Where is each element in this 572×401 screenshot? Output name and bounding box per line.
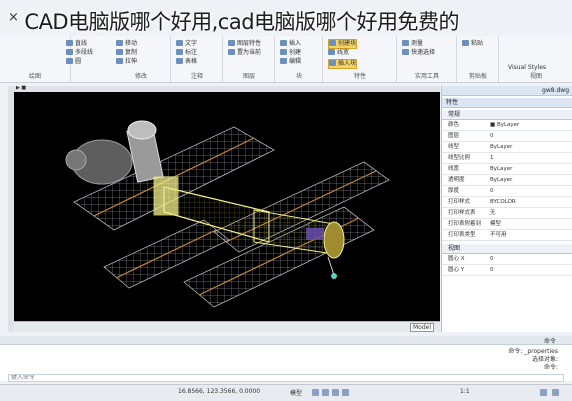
ribbon-btn[interactable]: 拉伸	[116, 58, 137, 66]
coordinates-readout: 16.8566, 123.3566, 0.0000	[178, 388, 261, 395]
settings-icon[interactable]	[540, 389, 547, 396]
ribbon-group-label: 图层	[242, 73, 255, 80]
ribbon-btn[interactable]: 快速选择	[402, 49, 435, 57]
command-header: 命令	[0, 336, 572, 345]
viewport-status: Model	[14, 321, 440, 332]
ribbon-group-label: 特性	[353, 73, 366, 80]
prop-row[interactable]: 线型比例 1	[442, 153, 572, 164]
ribbon-btn[interactable]: 表格	[176, 58, 197, 66]
create-block-button[interactable]: 创建块	[328, 39, 358, 49]
fullscreen-icon[interactable]	[552, 389, 559, 396]
properties-header: 特性	[442, 98, 572, 108]
status-bar: 16.8566, 123.3566, 0.0000 模型 1:1	[0, 384, 572, 401]
prop-row[interactable]: 线型 ByLayer	[442, 142, 572, 153]
ribbon-group-label: 块	[295, 73, 302, 80]
prop-row[interactable]: 打印样式 BYCOLOR	[442, 197, 572, 208]
ribbon-btn[interactable]: 圆	[66, 58, 81, 66]
prop-row[interactable]: 厚度 0	[442, 186, 572, 197]
ribbon-group-label: 视图	[529, 73, 542, 80]
ribbon-btn[interactable]: 测量	[402, 40, 423, 48]
ribbon-btn[interactable]: 线宽	[328, 49, 349, 57]
ribbon-group-label: 剪贴板	[468, 73, 487, 80]
command-input[interactable]	[8, 374, 564, 382]
properties-panel: gw8.dwg 特性 常规 颜色 ■ ByLayer 图层 0 线型 ByLayer …	[441, 86, 572, 332]
ribbon-btn[interactable]: 创建	[280, 49, 301, 57]
ribbon-btn[interactable]: 复制	[116, 49, 137, 57]
section-view[interactable]: 视图	[442, 244, 572, 254]
prop-row[interactable]: 打印表类型 不可用	[442, 230, 572, 241]
ribbon-group-label: 绘图	[28, 73, 41, 80]
space-station-drawing	[65, 120, 390, 308]
ribbon-group-label: 注释	[190, 73, 203, 80]
ribbon: 直线 多段线 圆 绘图 移动 复制 拉伸 修改 文字 标注 表格 注释 图层特性…	[0, 36, 572, 83]
prop-row[interactable]: 圆心 X0	[442, 254, 572, 265]
ribbon-btn[interactable]: 编辑	[280, 58, 301, 66]
ribbon-group-draw: 直线 多段线 圆 绘图	[0, 36, 93, 82]
grid-icon[interactable]	[312, 389, 319, 396]
ribbon-btn[interactable]: 标注	[176, 49, 197, 57]
ribbon-group-block: 插入 创建 编辑 块	[276, 36, 323, 82]
prop-row[interactable]: 图层 0	[442, 131, 572, 142]
ribbon-group-label: 修改	[134, 73, 147, 80]
polar-icon[interactable]	[342, 389, 349, 396]
prop-row[interactable]: 打印表附着到 模型	[442, 219, 572, 230]
prop-row[interactable]: 线宽 ByLayer	[442, 164, 572, 175]
ribbon-group-modify: 移动 复制 拉伸 修改	[112, 36, 171, 82]
section-general[interactable]: 常规	[442, 110, 572, 120]
module-grey	[65, 120, 164, 185]
prop-row[interactable]: 颜色 ■ ByLayer	[442, 120, 572, 131]
prop-row[interactable]: 透明度 ByLayer	[442, 175, 572, 186]
drawing-tab[interactable]: gw8.dwg	[442, 86, 572, 96]
ribbon-group-layer: 图层特性 置为当前 图层	[224, 36, 275, 82]
insert-block-button[interactable]: 插入块	[328, 59, 358, 69]
ribbon-btn[interactable]: 文字	[176, 40, 197, 48]
ribbon-group-properties: 创建块 线宽 插入块 特性	[324, 36, 397, 82]
close-icon[interactable]: ×	[8, 10, 19, 25]
command-history-line: 命令:	[543, 364, 558, 371]
mode-toggle[interactable]: 模型	[290, 388, 302, 397]
ribbon-group-utilities: 测量 快速选择 实用工具	[398, 36, 457, 82]
watermark-text: CAD电脑版哪个好用,cad电脑版哪个好用免费的	[24, 10, 460, 34]
annotation-scale[interactable]: 1:1	[460, 388, 470, 395]
ribbon-group-clipboard: 粘贴 剪贴板	[458, 36, 499, 82]
ribbon-btn[interactable]: 移动	[116, 40, 137, 48]
ribbon-group-label: 实用工具	[414, 73, 439, 80]
prop-row[interactable]: 圆心 Y0	[442, 265, 572, 276]
snap-icon[interactable]	[322, 389, 329, 396]
ribbon-btn[interactable]: 插入	[280, 40, 301, 48]
model-tab[interactable]: Model	[409, 323, 434, 332]
ribbon-btn[interactable]: 多段线	[66, 49, 93, 57]
ribbon-group-view: Visual Styles 视图	[500, 36, 572, 82]
ortho-icon[interactable]	[332, 389, 339, 396]
ribbon-btn[interactable]: 图层特性	[228, 40, 261, 48]
ribbon-group-annotate: 文字 标注 表格 注释	[172, 36, 223, 82]
prop-row[interactable]: 打印样式表无	[442, 208, 572, 219]
watermark-title: × CAD电脑版哪个好用,cad电脑版哪个好用免费的	[0, 6, 572, 38]
ribbon-btn[interactable]: 置为当前	[228, 49, 261, 57]
viewport-controls[interactable]: ▶ ■	[16, 85, 26, 91]
ribbon-btn[interactable]: 直线	[66, 40, 87, 48]
paste-button[interactable]: 粘贴	[462, 40, 483, 48]
drawing-viewport[interactable]	[14, 92, 440, 330]
